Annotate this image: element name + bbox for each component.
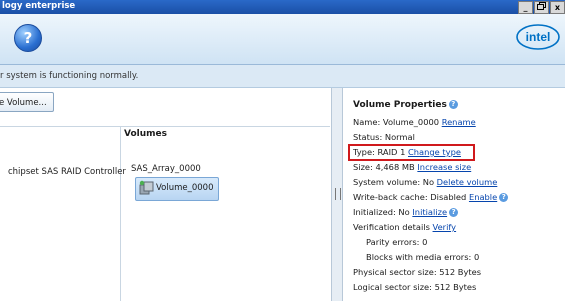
prop-initialized: Initialized: No Initialize? [353, 207, 459, 217]
svg-text:intel: intel [526, 30, 551, 44]
create-volume-button[interactable]: e Volume... [0, 92, 54, 112]
window-title: logy enterprise [2, 1, 76, 11]
close-button[interactable]: x [550, 1, 565, 14]
verify-link[interactable]: Verify [433, 222, 457, 232]
help-icon[interactable]: ? [14, 24, 42, 52]
prop-system: System volume: No Delete volume [353, 177, 498, 187]
initialize-link[interactable]: Initialize [412, 207, 447, 217]
prop-parity: Parity errors: 0 [366, 237, 428, 247]
highlight-box [348, 144, 475, 161]
increase-size-link[interactable]: Increase size [417, 162, 471, 172]
pane-splitter[interactable] [331, 88, 343, 301]
volume-properties-pane: Volume Properties? Name: Volume_0000 Ren… [344, 88, 565, 301]
divider [0, 126, 330, 127]
prop-blocks: Blocks with media errors: 0 [366, 252, 480, 262]
header-banner: ? intel [0, 14, 565, 65]
controller-item[interactable]: chipset SAS RAID Controller [8, 167, 126, 177]
volume-name: Volume_0000 [156, 183, 214, 193]
disk-volume-icon [139, 180, 154, 195]
title-bar: logy enterprise _ x [0, 0, 565, 14]
maximize-button[interactable] [534, 1, 549, 14]
prop-logical-sector: Logical sector size: 512 Bytes [353, 282, 477, 292]
prop-verification: Verification details Verify [353, 222, 457, 232]
prop-status: Status: Normal [353, 132, 415, 142]
storage-pane: e Volume... Volumes chipset SAS RAID Con… [0, 88, 330, 301]
minimize-button[interactable]: _ [518, 1, 533, 14]
splitter-grip-icon [335, 188, 341, 200]
help-icon[interactable]: ? [448, 100, 458, 109]
prop-size: Size: 4,468 MB Increase size [353, 162, 472, 172]
volumes-heading: Volumes [124, 129, 167, 139]
restore-icon [537, 2, 546, 10]
help-icon[interactable]: ? [499, 193, 509, 202]
rename-link[interactable]: Rename [442, 117, 476, 127]
status-message: r system is functioning normally. [0, 71, 139, 81]
intel-logo: intel [516, 24, 560, 50]
prop-physical-sector: Physical sector size: 512 Bytes [353, 267, 482, 277]
prop-cache: Write-back cache: Disabled Enable? [353, 192, 509, 202]
window-controls: _ x [518, 1, 565, 14]
status-bar: r system is functioning normally. [0, 65, 565, 88]
prop-name: Name: Volume_0000 Rename [353, 117, 476, 127]
volume-tile[interactable]: Volume_0000 [135, 177, 219, 201]
column-divider [120, 126, 121, 301]
delete-volume-link[interactable]: Delete volume [437, 177, 498, 187]
properties-title: Volume Properties? [353, 100, 458, 110]
array-label: SAS_Array_0000 [131, 164, 201, 174]
enable-cache-link[interactable]: Enable [469, 192, 497, 202]
help-icon[interactable]: ? [449, 208, 459, 217]
